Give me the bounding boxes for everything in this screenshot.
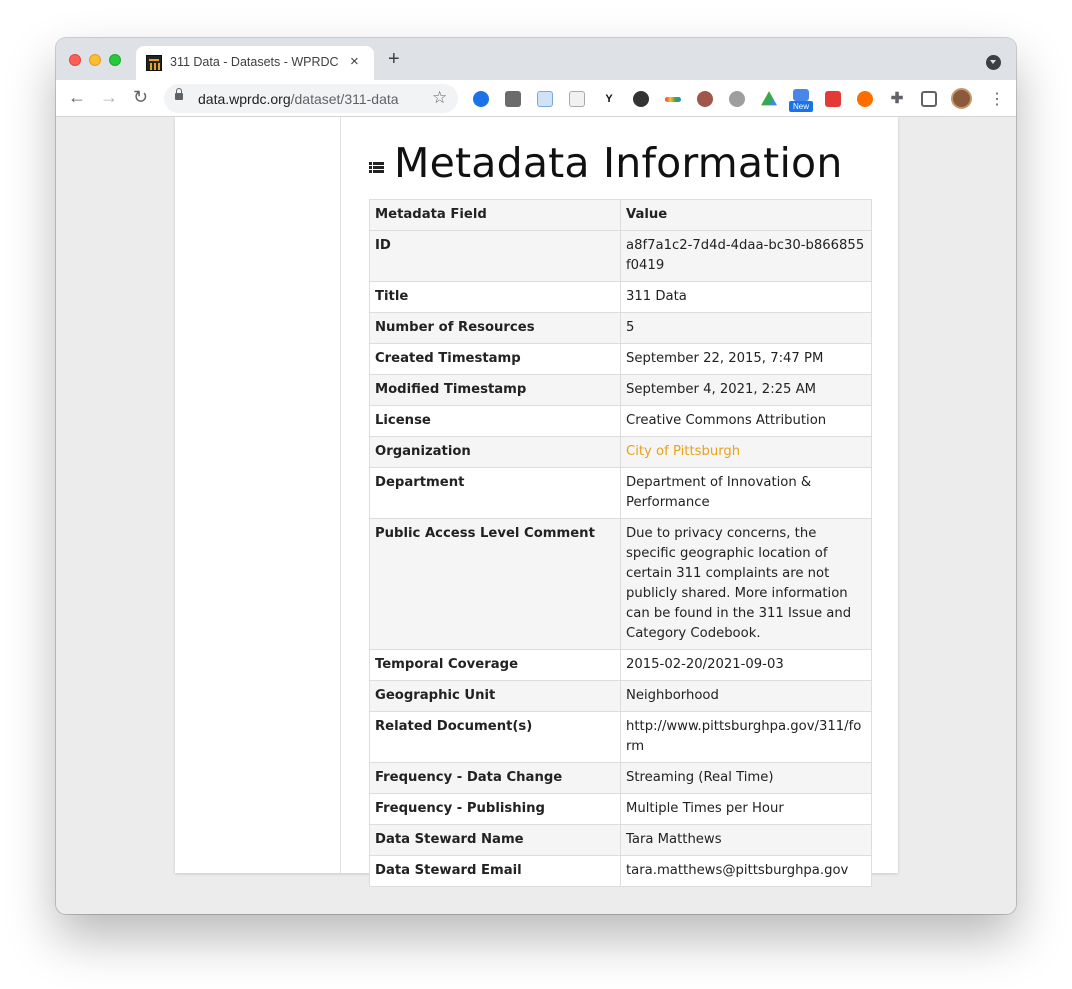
tab-search-icon[interactable] bbox=[986, 55, 1001, 70]
menu-kebab-icon[interactable]: ⋮ bbox=[989, 89, 1005, 109]
h-extension-icon[interactable] bbox=[505, 91, 521, 107]
table-row: Data Steward Email tara.matthews@pittsbur… bbox=[369, 855, 872, 887]
organization-link[interactable]: City of Pittsburgh bbox=[626, 444, 740, 459]
url-text[interactable]: data.wprdc.org/dataset/311-data bbox=[198, 91, 399, 107]
new-tab-button[interactable]: + bbox=[388, 48, 400, 71]
minimize-window-button[interactable] bbox=[89, 54, 101, 66]
rainbow-extension-icon[interactable] bbox=[665, 97, 681, 102]
b-extension-icon[interactable] bbox=[857, 91, 873, 107]
bookmark-star-icon[interactable]: ☆ bbox=[432, 88, 447, 108]
browser-toolbar: ← → ↻ data.wprdc.org/dataset/311-data ☆ … bbox=[56, 80, 1016, 117]
table-row: License Creative Commons Attribution bbox=[369, 405, 872, 437]
field-value: September 22, 2015, 7:47 PM bbox=[620, 343, 872, 375]
page-viewport: Metadata Information Metadata Field Valu… bbox=[56, 117, 1016, 914]
field-label: Data Steward Email bbox=[369, 855, 621, 887]
field-label: Temporal Coverage bbox=[369, 649, 621, 681]
field-label: Frequency - Data Change bbox=[369, 762, 621, 794]
field-label: License bbox=[369, 405, 621, 437]
field-value: 5 bbox=[620, 312, 872, 344]
field-label: Modified Timestamp bbox=[369, 374, 621, 406]
header-metadata-field: Metadata Field bbox=[369, 199, 621, 231]
url-path: /dataset/311-data bbox=[290, 91, 399, 107]
page-title: Metadata Information bbox=[394, 139, 843, 187]
table-row: Title 311 Data bbox=[369, 281, 872, 313]
close-window-button[interactable] bbox=[69, 54, 81, 66]
table-row: Organization City of Pittsburgh bbox=[369, 436, 872, 468]
circle-extension-icon[interactable] bbox=[697, 91, 713, 107]
field-label: Created Timestamp bbox=[369, 343, 621, 375]
sidebar-column bbox=[175, 117, 341, 873]
table-row: Frequency - Publishing Multiple Times per… bbox=[369, 793, 872, 825]
forward-arrow-icon[interactable]: → bbox=[100, 87, 118, 107]
screenshot-extension-icon[interactable] bbox=[793, 89, 809, 101]
field-label: Public Access Level Comment bbox=[369, 518, 621, 650]
lastpass-extension-icon[interactable] bbox=[825, 91, 841, 107]
field-label: Number of Resources bbox=[369, 312, 621, 344]
table-row: Geographic Unit Neighborhood bbox=[369, 680, 872, 712]
header-value: Value bbox=[620, 199, 872, 231]
maximize-window-button[interactable] bbox=[109, 54, 121, 66]
field-label: Organization bbox=[369, 436, 621, 468]
field-value: http://www.pittsburghpa.gov/311/form bbox=[620, 711, 872, 763]
table-row: Number of Resources 5 bbox=[369, 312, 872, 344]
table-row: Temporal Coverage 2015-02-20/2021-09-03 bbox=[369, 649, 872, 681]
field-value: Department of Innovation & Performance bbox=[620, 467, 872, 519]
metadata-table: Metadata Field Value ID a8f7a1c2-7d4d-4da… bbox=[369, 199, 872, 887]
field-value: a8f7a1c2-7d4d-4daa-bc30-b866855f0419 bbox=[620, 230, 872, 282]
browser-window: 311 Data - Datasets - WPRDC × + ← → ↻ da… bbox=[56, 38, 1016, 914]
field-value: September 4, 2021, 2:25 AM bbox=[620, 374, 872, 406]
content-card: Metadata Information Metadata Field Valu… bbox=[175, 117, 898, 887]
y-extension-icon[interactable]: Y bbox=[601, 91, 617, 107]
field-label: Department bbox=[369, 467, 621, 519]
table-row: Frequency - Data Change Streaming (Real T… bbox=[369, 762, 872, 794]
cast-icon[interactable] bbox=[921, 91, 937, 107]
field-value: Tara Matthews bbox=[620, 824, 872, 856]
tab-title: 311 Data - Datasets - WPRDC bbox=[170, 55, 339, 69]
wprdc-favicon-icon bbox=[146, 55, 162, 71]
field-label: Geographic Unit bbox=[369, 680, 621, 712]
google-drive-icon[interactable] bbox=[761, 91, 777, 106]
tab-close-icon[interactable]: × bbox=[350, 53, 359, 70]
table-row: Department Department of Innovation & Per… bbox=[369, 467, 872, 519]
back-arrow-icon[interactable]: ← bbox=[68, 87, 86, 107]
address-bar[interactable]: data.wprdc.org/dataset/311-data ☆ bbox=[164, 84, 458, 113]
clock-extension-icon[interactable] bbox=[473, 91, 489, 107]
lock-icon[interactable] bbox=[175, 88, 183, 100]
table-row: Public Access Level Comment Due to privac… bbox=[369, 518, 872, 650]
table-row: Related Document(s) http://www.pittsburgh… bbox=[369, 711, 872, 763]
profile-avatar[interactable] bbox=[951, 88, 972, 109]
field-value: Creative Commons Attribution bbox=[620, 405, 872, 437]
puzzle-extensions-icon[interactable]: ✚ bbox=[889, 91, 905, 107]
organization-cell: City of Pittsburgh bbox=[620, 436, 872, 468]
field-value: tara.matthews@pittsburghpa.gov bbox=[620, 855, 872, 887]
table-row: Modified Timestamp September 4, 2021, 2:2… bbox=[369, 374, 872, 406]
field-value: 2015-02-20/2021-09-03 bbox=[620, 649, 872, 681]
field-label: Related Document(s) bbox=[369, 711, 621, 763]
gear-extension-icon[interactable] bbox=[729, 91, 745, 107]
field-value: 311 Data bbox=[620, 281, 872, 313]
field-label: Title bbox=[369, 281, 621, 313]
field-value: Multiple Times per Hour bbox=[620, 793, 872, 825]
field-label: Data Steward Name bbox=[369, 824, 621, 856]
field-value: Due to privacy concerns, the specific ge… bbox=[620, 518, 872, 650]
table-row: Data Steward Name Tara Matthews bbox=[369, 824, 872, 856]
section-heading: Metadata Information bbox=[369, 139, 843, 187]
url-host: data.wprdc.org bbox=[198, 91, 291, 107]
table-row: Created Timestamp September 22, 2015, 7:4… bbox=[369, 343, 872, 375]
reload-icon[interactable]: ↻ bbox=[133, 87, 148, 107]
field-value: Streaming (Real Time) bbox=[620, 762, 872, 794]
clipboard-extension-icon[interactable] bbox=[569, 91, 585, 107]
new-badge: New bbox=[789, 101, 813, 112]
table-row: ID a8f7a1c2-7d4d-4daa-bc30-b866855f0419 bbox=[369, 230, 872, 282]
tab-strip: 311 Data - Datasets - WPRDC × + bbox=[56, 38, 1016, 80]
field-value: Neighborhood bbox=[620, 680, 872, 712]
field-label: Frequency - Publishing bbox=[369, 793, 621, 825]
document-extension-icon[interactable] bbox=[537, 91, 553, 107]
list-icon bbox=[369, 162, 384, 174]
table-header-row: Metadata Field Value bbox=[369, 199, 872, 231]
field-label: ID bbox=[369, 230, 621, 282]
tab-active[interactable]: 311 Data - Datasets - WPRDC × bbox=[136, 46, 374, 80]
camera-extension-icon[interactable] bbox=[633, 91, 649, 107]
